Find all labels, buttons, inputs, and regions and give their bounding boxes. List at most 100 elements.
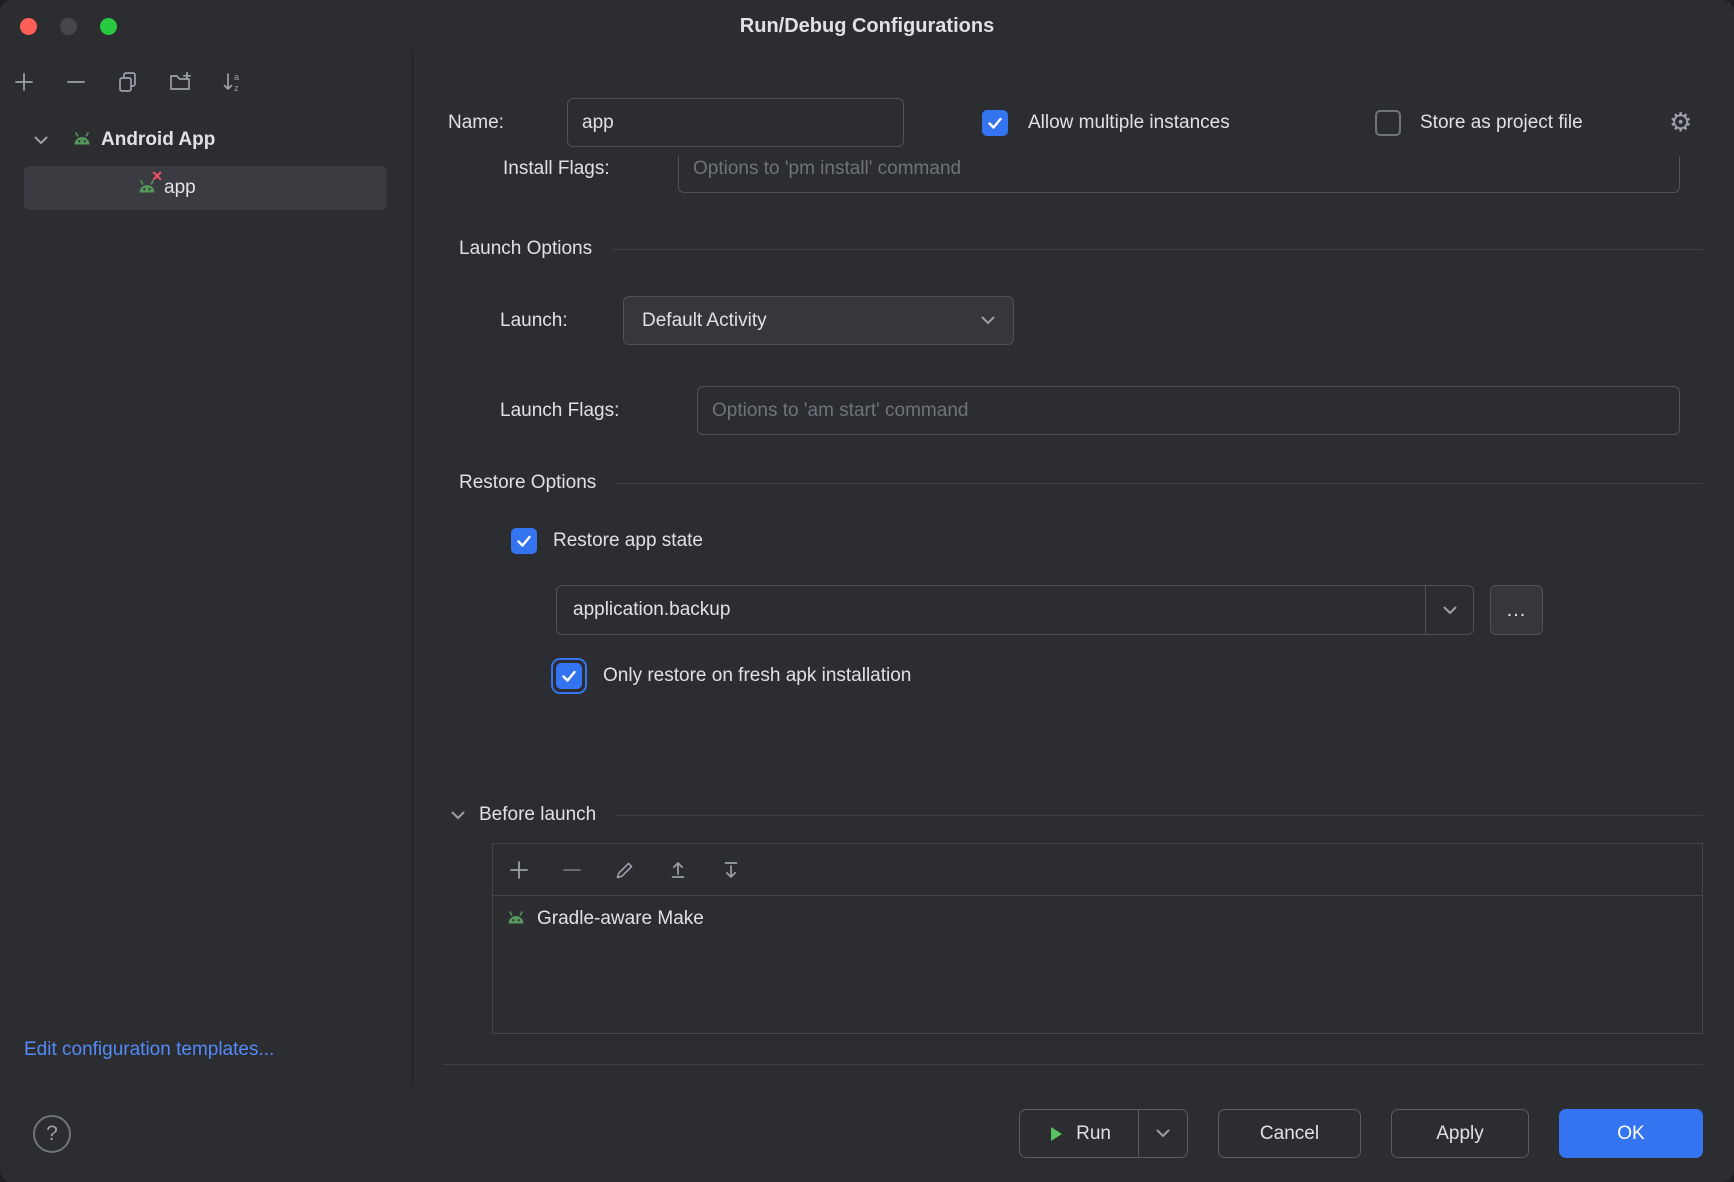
check-icon [561, 669, 577, 683]
install-flags-input[interactable] [678, 156, 1680, 193]
combobox-arrow-button[interactable] [1425, 586, 1473, 634]
focus-ring [551, 658, 587, 694]
remove-configuration-button[interactable] [63, 69, 89, 95]
before-launch-task-label: Gradle-aware Make [537, 908, 704, 930]
titlebar: Run/Debug Configurations [0, 0, 1734, 53]
configurations-tree: Android App ✕ app [0, 118, 412, 210]
new-folder-button[interactable] [167, 69, 193, 95]
chevron-down-icon [1443, 606, 1457, 615]
ok-button[interactable]: OK [1559, 1109, 1703, 1158]
dialog-footer: ? Run Cancel Apply OK [0, 1085, 1734, 1182]
move-down-button[interactable] [718, 857, 744, 883]
sort-configurations-button[interactable]: a z [219, 69, 245, 95]
run-options-dropdown-button[interactable] [1138, 1110, 1187, 1157]
remove-task-button[interactable] [559, 857, 585, 883]
before-launch-header-label: Before launch [479, 804, 596, 826]
allow-multiple-instances-checkbox[interactable] [982, 110, 1008, 136]
tree-item-label: app [164, 177, 196, 199]
error-badge-icon: ✕ [151, 169, 163, 183]
tree-item-app-selected[interactable]: ✕ app [24, 166, 387, 210]
play-icon [1047, 1125, 1065, 1143]
launch-options-section-header: Launch Options [459, 236, 1703, 262]
section-divider-line [616, 483, 1703, 484]
minus-icon [65, 71, 87, 93]
zoom-window-button[interactable] [100, 18, 117, 35]
allow-multiple-instances-label: Allow multiple instances [1028, 98, 1230, 147]
pencil-icon [614, 859, 636, 881]
run-split-button: Run [1019, 1109, 1188, 1158]
backup-file-combobox[interactable]: application.backup [556, 585, 1474, 635]
launch-dropdown-value: Default Activity [642, 310, 767, 332]
launch-dropdown[interactable]: Default Activity [623, 296, 1014, 345]
launch-flags-input[interactable] [697, 386, 1680, 435]
section-divider-line [612, 249, 1703, 250]
before-launch-section-header: Before launch [451, 802, 1703, 828]
help-button[interactable]: ? [33, 1115, 71, 1153]
question-mark-icon: ? [46, 1122, 58, 1146]
svg-text:a: a [234, 72, 239, 82]
dialog-title: Run/Debug Configurations [740, 15, 994, 38]
chevron-down-icon[interactable] [451, 811, 465, 820]
name-label: Name: [448, 98, 504, 147]
new-folder-icon [168, 70, 192, 94]
apply-button[interactable]: Apply [1391, 1109, 1529, 1158]
chevron-down-icon[interactable] [34, 136, 48, 145]
minus-icon [561, 859, 583, 881]
launch-flags-label: Launch Flags: [500, 386, 619, 435]
restore-options-header-label: Restore Options [459, 472, 596, 494]
arrow-up-icon [667, 859, 689, 881]
add-task-button[interactable] [506, 857, 532, 883]
check-icon [516, 534, 532, 548]
store-as-project-file-checkbox[interactable] [1375, 110, 1401, 136]
name-input[interactable] [567, 98, 904, 147]
run-button[interactable]: Run [1020, 1110, 1138, 1157]
backup-file-value: application.backup [557, 599, 1425, 621]
android-icon [504, 907, 528, 931]
scrolled-form-clip: Install Flags: [413, 156, 1734, 193]
before-launch-task-row[interactable]: Gradle-aware Make [493, 896, 1702, 931]
window-controls [20, 0, 117, 53]
run-button-label: Run [1076, 1123, 1111, 1145]
android-icon-with-error: ✕ [135, 176, 159, 200]
chevron-down-icon [1156, 1129, 1170, 1138]
restore-app-state-label: Restore app state [553, 530, 703, 552]
restore-app-state-checkbox[interactable] [511, 528, 537, 554]
edit-task-button[interactable] [612, 857, 638, 883]
configuration-editor: Name: Allow multiple instances Store as … [413, 53, 1734, 1085]
cancel-button[interactable]: Cancel [1218, 1109, 1361, 1158]
install-flags-label: Install Flags: [503, 156, 610, 193]
tree-group-label: Android App [101, 129, 215, 151]
before-launch-toolbar [493, 844, 1702, 896]
footer-buttons: Run Cancel Apply OK [1019, 1109, 1703, 1158]
plus-icon [508, 859, 530, 881]
copy-icon [116, 70, 140, 94]
chevron-down-icon [981, 316, 995, 325]
close-window-button[interactable] [20, 18, 37, 35]
arrow-down-icon [720, 859, 742, 881]
minimize-window-button[interactable] [60, 18, 77, 35]
android-icon [70, 128, 94, 152]
restore-app-state-row: Restore app state [511, 528, 703, 554]
move-up-button[interactable] [665, 857, 691, 883]
only-restore-label: Only restore on fresh apk installation [603, 665, 911, 687]
only-restore-checkbox[interactable] [556, 663, 582, 689]
section-divider-line [616, 815, 1703, 816]
plus-icon [13, 71, 35, 93]
store-as-project-file-label: Store as project file [1420, 98, 1583, 147]
configurations-sidebar: a z [0, 53, 413, 1085]
copy-configuration-button[interactable] [115, 69, 141, 95]
editor-footer-divider [443, 1064, 1703, 1065]
only-restore-row: Only restore on fresh apk installation [551, 658, 911, 694]
sort-alphabetically-icon: a z [220, 70, 244, 94]
browse-button[interactable]: ... [1490, 585, 1543, 635]
restore-options-section-header: Restore Options [459, 470, 1703, 496]
before-launch-panel: Gradle-aware Make [492, 843, 1703, 1034]
svg-text:z: z [234, 83, 239, 93]
edit-configuration-templates-link[interactable]: Edit configuration templates... [24, 1039, 274, 1061]
gear-icon[interactable]: ⚙ [1669, 98, 1692, 147]
run-debug-configurations-dialog: Run/Debug Configurations [0, 0, 1734, 1182]
tree-group-android-app[interactable]: Android App [0, 118, 412, 162]
add-configuration-button[interactable] [11, 69, 37, 95]
launch-label: Launch: [500, 296, 568, 345]
sidebar-toolbar: a z [0, 53, 412, 107]
